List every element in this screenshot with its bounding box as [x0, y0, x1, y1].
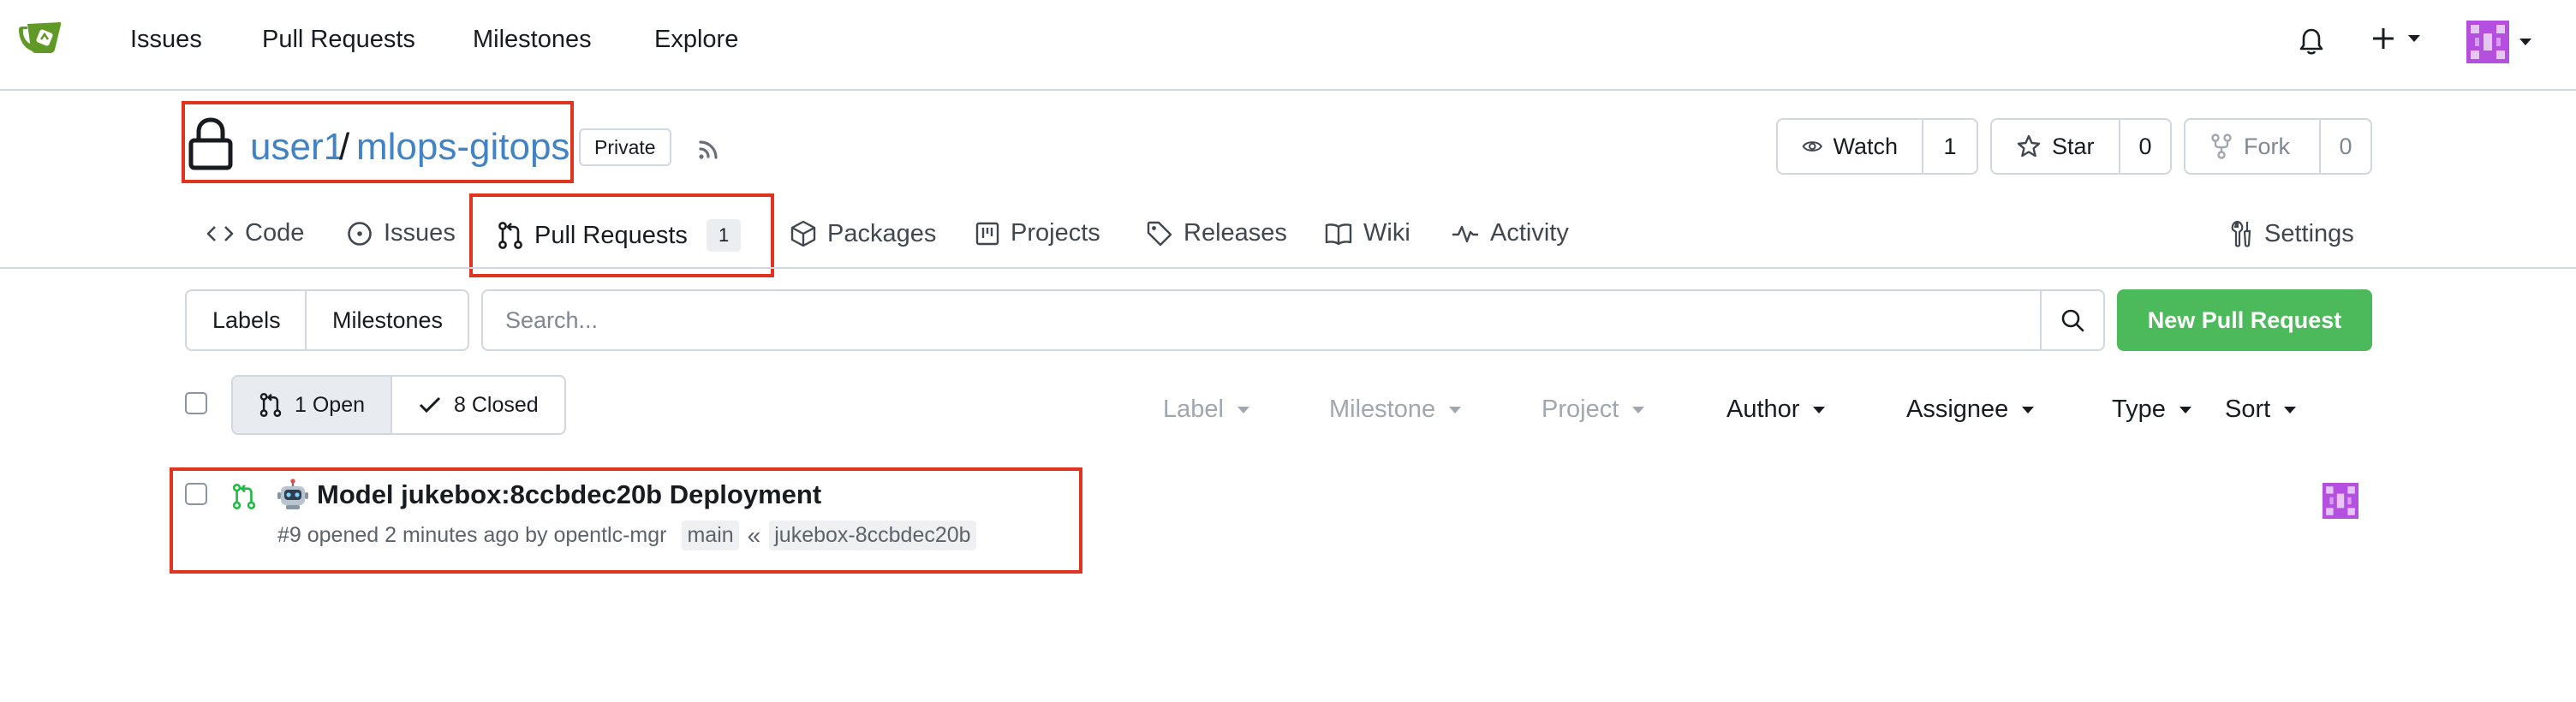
- sort-label: Sort: [2225, 396, 2271, 423]
- create-menu[interactable]: [2370, 26, 2420, 51]
- tab-releases-label: Releases: [1184, 219, 1287, 247]
- bell-icon[interactable]: [2299, 27, 2324, 57]
- type-filter-label: Type: [2112, 396, 2166, 423]
- state-filter-group: 1 Open 8 Closed: [231, 375, 566, 435]
- tab-releases[interactable]: Releases: [1146, 219, 1287, 247]
- milestone-filter-label: Milestone: [1329, 396, 1436, 423]
- check-icon: [419, 396, 441, 413]
- open-state-label: 1 Open: [295, 392, 366, 417]
- labels-milestones-group: Labels Milestones: [185, 289, 469, 351]
- tab-projects-label: Projects: [1011, 219, 1100, 247]
- search-icon: [2061, 309, 2084, 332]
- tab-packages[interactable]: Packages: [790, 219, 936, 248]
- user-menu[interactable]: [2466, 21, 2531, 63]
- tabs-divider: [0, 267, 2576, 269]
- tab-code[interactable]: Code: [206, 219, 304, 247]
- chevron-down-icon: [2179, 406, 2191, 413]
- tab-settings[interactable]: Settings: [2228, 219, 2354, 248]
- top-navbar: Issues Pull Requests Milestones Explore: [0, 0, 2576, 91]
- star-icon: [2017, 134, 2041, 158]
- watch-label: Watch: [1833, 133, 1898, 159]
- milestone-filter-dropdown[interactable]: Milestone: [1329, 396, 1462, 424]
- pulse-icon: [1452, 225, 1478, 242]
- chevron-down-icon: [1632, 406, 1645, 413]
- tab-packages-label: Packages: [827, 219, 937, 247]
- search-button[interactable]: [2040, 291, 2103, 349]
- nav-explore[interactable]: Explore: [654, 26, 738, 54]
- chevron-down-icon: [1237, 406, 1249, 413]
- project-icon: [975, 222, 999, 245]
- issue-opened-icon: [348, 221, 372, 246]
- star-count[interactable]: 0: [2120, 120, 2170, 173]
- tab-issues-label: Issues: [384, 219, 456, 247]
- nav-issues[interactable]: Issues: [130, 26, 202, 54]
- project-filter-label: Project: [1541, 396, 1619, 423]
- highlight-pull-requests-tab: [469, 193, 774, 277]
- star-button[interactable]: Star: [1992, 120, 2120, 173]
- fork-button-group: Fork 0: [2184, 118, 2372, 175]
- chevron-down-icon: [2519, 39, 2531, 45]
- project-filter-dropdown[interactable]: Project: [1541, 396, 1645, 424]
- label-filter-label: Label: [1163, 396, 1224, 423]
- chevron-down-icon: [1449, 406, 1462, 413]
- code-icon: [206, 225, 234, 241]
- tab-issues[interactable]: Issues: [346, 219, 456, 247]
- tab-activity-label: Activity: [1490, 219, 1569, 247]
- tab-wiki[interactable]: Wiki: [1324, 219, 1410, 247]
- book-icon: [1325, 223, 1352, 245]
- closed-state-button[interactable]: 8 Closed: [391, 377, 564, 433]
- new-pull-request-button[interactable]: New Pull Request: [2117, 289, 2372, 351]
- assignee-filter-label: Assignee: [1906, 396, 2009, 423]
- fork-button[interactable]: Fork: [2185, 120, 2321, 173]
- milestones-button[interactable]: Milestones: [305, 291, 468, 349]
- type-filter-dropdown[interactable]: Type: [2112, 396, 2191, 424]
- labels-button[interactable]: Labels: [187, 291, 305, 349]
- avatar: [2466, 21, 2509, 63]
- star-label: Star: [2052, 133, 2095, 159]
- sort-dropdown[interactable]: Sort: [2225, 396, 2297, 424]
- nav-milestones[interactable]: Milestones: [473, 26, 592, 54]
- tab-activity[interactable]: Activity: [1451, 219, 1569, 247]
- tab-projects[interactable]: Projects: [975, 219, 1100, 247]
- closed-state-label: 8 Closed: [454, 392, 539, 417]
- package-icon: [790, 220, 816, 247]
- gitea-logo-icon[interactable]: [15, 19, 69, 60]
- rss-icon[interactable]: [695, 135, 723, 163]
- chevron-down-icon: [1813, 406, 1826, 413]
- highlight-pr-item: [170, 467, 1082, 574]
- git-pull-request-icon: [259, 393, 282, 417]
- fork-count[interactable]: 0: [2321, 120, 2370, 173]
- author-filter-dropdown[interactable]: Author: [1726, 396, 1826, 424]
- watch-button-group: Watch 1: [1776, 118, 1978, 175]
- tag-icon: [1147, 221, 1172, 246]
- tab-settings-label: Settings: [2264, 219, 2354, 247]
- assignee-filter-dropdown[interactable]: Assignee: [1906, 396, 2035, 424]
- avatar[interactable]: [2323, 483, 2358, 519]
- search-input[interactable]: [483, 291, 2042, 349]
- nav-pull-requests[interactable]: Pull Requests: [262, 26, 415, 54]
- tools-icon: [2231, 220, 2251, 247]
- tab-code-label: Code: [245, 219, 305, 247]
- star-button-group: Star 0: [1990, 118, 2172, 175]
- author-filter-label: Author: [1726, 396, 1800, 423]
- chevron-down-icon: [2284, 406, 2297, 413]
- fork-icon: [2211, 134, 2232, 159]
- plus-icon: [2373, 28, 2394, 49]
- fork-label: Fork: [2244, 133, 2290, 159]
- search-box: [481, 289, 2105, 351]
- select-all-checkbox[interactable]: [185, 392, 207, 414]
- tab-wiki-label: Wiki: [1363, 219, 1410, 247]
- highlight-repo-title: [182, 101, 574, 183]
- eye-icon: [1802, 141, 1823, 152]
- chevron-down-icon: [2408, 35, 2420, 42]
- open-state-button[interactable]: 1 Open: [233, 377, 391, 433]
- watch-count[interactable]: 1: [1923, 120, 1977, 173]
- label-filter-dropdown[interactable]: Label: [1163, 396, 1249, 424]
- chevron-down-icon: [2022, 406, 2035, 413]
- watch-button[interactable]: Watch: [1778, 120, 1923, 173]
- private-badge: Private: [579, 128, 671, 166]
